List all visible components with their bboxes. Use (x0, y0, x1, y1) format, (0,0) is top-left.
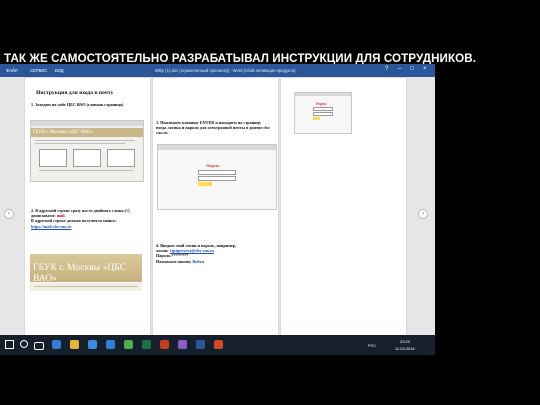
windows-taskbar: РУС 23:20 11.04.2016 (0, 335, 435, 355)
banner-caption (30, 283, 142, 291)
enter-button-label: Войти (192, 258, 205, 264)
store-icon[interactable] (88, 340, 97, 349)
site-banner-large: ГБУК г. Москвы «ЦБС ВАО» (30, 254, 142, 282)
step-3-text: 3. Нажимаем клавишу ENTER и попадаем на … (156, 120, 271, 136)
step-4-text: 4. Вводим свой логин и пароль, например,… (156, 243, 274, 264)
banner-text: ГБУК г. Москвы «ЦБС ВАО» (33, 262, 127, 282)
document-page-2: 3. Нажимаем клавишу ENTER и попадаем на … (153, 78, 278, 341)
browser-bar (31, 121, 143, 126)
step-2-line-1: 2. В адресной строке сразу после двойног… (31, 208, 130, 219)
close-button[interactable]: × (423, 66, 427, 72)
password-field (313, 112, 333, 116)
text-line (39, 170, 133, 171)
step-2-text: 2. В адресной строке сразу после двойног… (31, 208, 145, 229)
tray-lang[interactable]: РУС (368, 343, 376, 348)
step-1-text: 1. Заходим на сайт ЦБС ВАО (главная стра… (31, 102, 124, 107)
content-card (107, 149, 135, 167)
login-screenshot: Яндекс (157, 144, 277, 210)
step-4-press: Нажимаем кнопку (156, 258, 192, 264)
excel-icon[interactable] (142, 340, 151, 349)
tray-date[interactable]: 11.04.2016 (395, 346, 415, 351)
prev-page-button[interactable]: ‹ (4, 209, 14, 219)
login-logo: Яндекс (206, 163, 220, 168)
photos-icon[interactable] (160, 340, 169, 349)
login-submit (313, 117, 320, 120)
document-page-3: Яндекс (281, 78, 406, 341)
tab-service[interactable]: СЕРВИС (30, 68, 47, 73)
text-line (35, 143, 125, 144)
help-button[interactable]: ? (385, 66, 388, 72)
task-view-icon[interactable] (34, 342, 44, 350)
browser-bar (158, 145, 276, 150)
password-field (198, 176, 236, 181)
screenshot-frame: ФАЙЛ СЕРВИС ВИД Mtby (1).doc [ограниченн… (0, 64, 435, 350)
word-title-bar: ФАЙЛ СЕРВИС ВИД Mtby (1).doc [ограниченн… (0, 64, 435, 77)
search-icon[interactable] (20, 340, 28, 348)
tab-file[interactable]: ФАЙЛ (6, 68, 18, 73)
website-screenshot: ГБУК г. Москвы «ЦБС ВАО» (30, 120, 144, 182)
media-icon[interactable] (178, 340, 187, 349)
tray-time[interactable]: 23:20 (400, 339, 410, 344)
mail-icon[interactable] (106, 340, 115, 349)
login-screenshot-2: Яндекс (294, 92, 352, 134)
login-logo: Яндекс (316, 102, 327, 106)
edge-icon[interactable] (52, 340, 61, 349)
word-icon[interactable] (196, 340, 205, 349)
powerpoint-icon[interactable] (214, 340, 223, 349)
login-field (313, 107, 333, 111)
text-line (35, 140, 135, 141)
site-banner: ГБУК г. Москвы «ЦБС ВАО» (31, 128, 143, 137)
explorer-icon[interactable] (70, 340, 79, 349)
maximize-button[interactable]: □ (410, 66, 414, 72)
minimize-button[interactable]: – (398, 66, 401, 72)
login-submit (198, 182, 212, 186)
text-line (34, 286, 138, 287)
login-field (198, 170, 236, 175)
document-area[interactable]: ‹ › Инструкция для входа в почту 1. Захо… (0, 77, 435, 342)
mail-url-link[interactable]: https://mail.cbs-vao.ru (31, 224, 71, 229)
browser-bar (295, 93, 351, 96)
content-card (39, 149, 67, 167)
window-title: Mtby (1).doc [ограниченный просмотр] - W… (155, 68, 296, 73)
content-card (73, 149, 101, 167)
start-icon[interactable] (5, 340, 14, 349)
tab-view[interactable]: ВИД (55, 68, 64, 73)
chrome-icon[interactable] (124, 340, 133, 349)
document-page-1: Инструкция для входа в почту 1. Заходим … (25, 78, 150, 341)
instruction-heading: Инструкция для входа в почту (36, 90, 114, 96)
next-page-button[interactable]: › (418, 209, 428, 219)
